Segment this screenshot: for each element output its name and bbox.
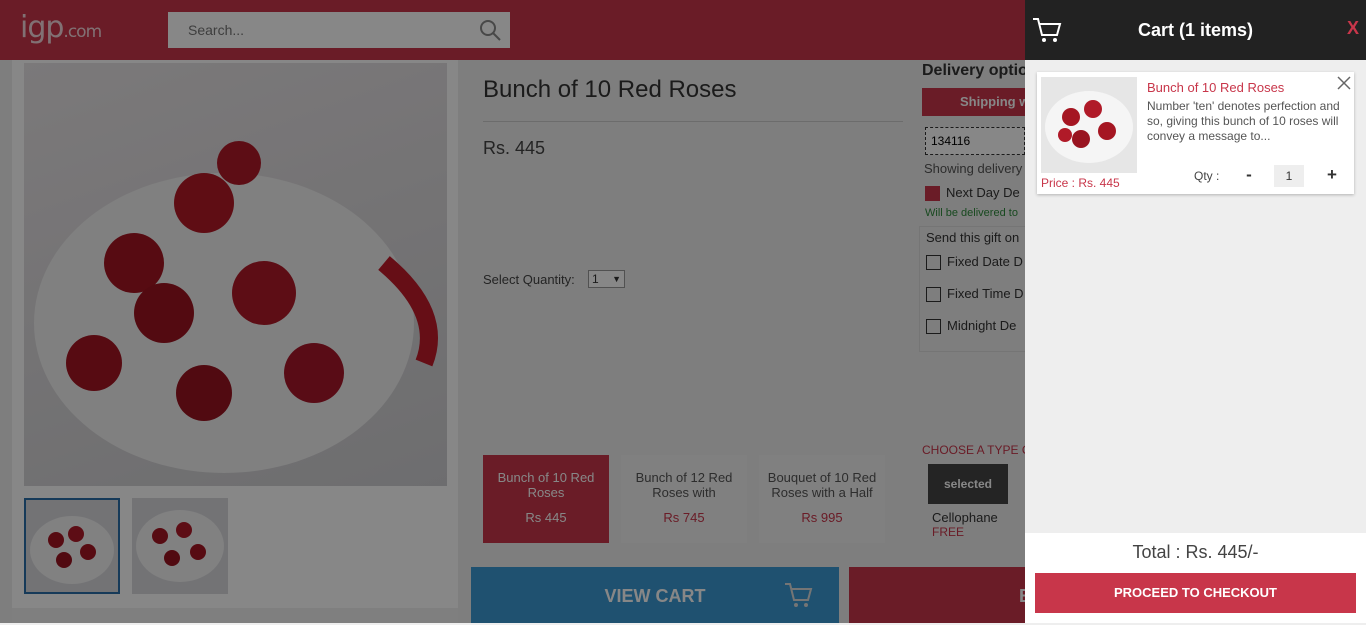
qty-input[interactable]: 1 [1274, 165, 1304, 187]
cart-header: Cart (1 items) X [1025, 0, 1366, 60]
cart-total: Total : Rs. 445/- [1132, 542, 1259, 562]
close-cart-button[interactable]: X [1347, 18, 1359, 39]
qty-increase-button[interactable]: + [1324, 165, 1340, 185]
cart-title: Cart (1 items) [1137, 20, 1254, 40]
cart-item-description: Number 'ten' denotes perfection and so, … [1147, 99, 1340, 143]
cart-item-price: Price : Rs. 445 [1041, 176, 1120, 190]
qty-label: Qty : [1194, 169, 1220, 183]
cart-item: Bunch of 10 Red Roses Number 'ten' denot… [1037, 72, 1354, 194]
modal-overlay[interactable] [0, 0, 1025, 623]
qty-decrease-button[interactable]: - [1241, 165, 1257, 185]
cart-item-name[interactable]: Bunch of 10 Red Roses [1147, 80, 1284, 95]
cart-item-image [1041, 77, 1137, 173]
proceed-to-checkout-button[interactable]: PROCEED TO CHECKOUT [1035, 573, 1356, 613]
cart-footer: Total : Rs. 445/- PROCEED TO CHECKOUT [1025, 533, 1366, 623]
remove-item-icon[interactable] [1337, 76, 1351, 90]
cart-drawer: Cart (1 items) X Bunch of 10 Red Roses N… [1025, 0, 1366, 623]
